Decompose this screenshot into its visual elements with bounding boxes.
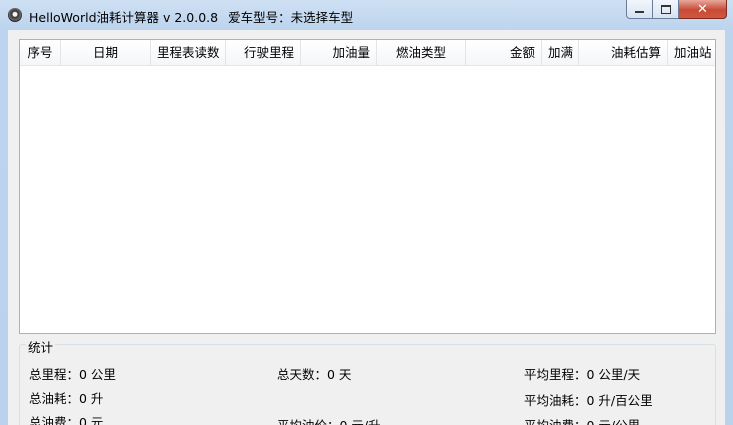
client-area: 序号 日期 里程表读数 行驶里程 加油量 燃油类型 金额 加满 油耗估算 加油站… (8, 30, 725, 425)
maximize-button[interactable] (653, 0, 679, 19)
close-button[interactable]: ✕ (679, 0, 727, 19)
column-header-consumption-estimate[interactable]: 油耗估算 (579, 40, 668, 65)
fuel-records-list[interactable]: 序号 日期 里程表读数 行驶里程 加油量 燃油类型 金额 加满 油耗估算 加油站 (19, 39, 716, 334)
stat-total-cost: 总油费：0 元 (29, 415, 104, 425)
column-header-distance[interactable]: 行驶里程 (226, 40, 301, 65)
column-header-full-tank[interactable]: 加满 (542, 40, 579, 65)
window-controls: ✕ (626, 0, 727, 20)
car-model-label: 爱车型号： (228, 10, 291, 25)
stat-avg-mileage: 平均里程：0 公里/天 (524, 367, 641, 382)
car-model-value: 未选择车型 (290, 10, 354, 25)
statistics-legend: 统计 (26, 337, 56, 356)
stat-total-days: 总天数：0 天 (277, 367, 352, 382)
statistics-group: 统计 总里程：0 公里 总天数：0 天 平均里程：0 公里/天 总油耗：0 升 … (19, 337, 716, 425)
column-header-odometer[interactable]: 里程表读数 (151, 40, 226, 65)
column-header-date[interactable]: 日期 (61, 40, 151, 65)
column-header-fuel-amount[interactable]: 加油量 (301, 40, 377, 65)
window-title: HelloWorld油耗计算器 v 2.0.0.8 爱车型号：未选择车型 (29, 7, 359, 26)
stat-total-fuel: 总油耗：0 升 (29, 391, 104, 406)
app-logo-icon[interactable] (8, 8, 22, 22)
minimize-icon (635, 11, 644, 13)
stat-avg-price: 平均油价：0 元/升 (277, 415, 381, 425)
close-icon: ✕ (697, 1, 708, 17)
column-header-gas-station[interactable]: 加油站 (668, 40, 715, 65)
minimize-button[interactable] (626, 0, 653, 19)
stat-avg-consumption: 平均油耗：0 升/百公里 (524, 393, 653, 408)
column-header-amount[interactable]: 金额 (466, 40, 542, 65)
app-title-text: HelloWorld油耗计算器 v 2.0.0.8 (29, 10, 219, 25)
stat-total-mileage: 总里程：0 公里 (29, 367, 116, 382)
title-bar[interactable]: HelloWorld油耗计算器 v 2.0.0.8 爱车型号：未选择车型 ✕ (0, 0, 733, 30)
column-header-index[interactable]: 序号 (20, 40, 61, 65)
column-header-fuel-type[interactable]: 燃油类型 (377, 40, 466, 65)
app-window: HelloWorld油耗计算器 v 2.0.0.8 爱车型号：未选择车型 ✕ 序… (0, 0, 733, 425)
list-header: 序号 日期 里程表读数 行驶里程 加油量 燃油类型 金额 加满 油耗估算 加油站 (20, 40, 715, 66)
maximize-icon (660, 4, 671, 14)
stat-avg-cost: 平均油费：0 元/公里 (524, 415, 640, 425)
